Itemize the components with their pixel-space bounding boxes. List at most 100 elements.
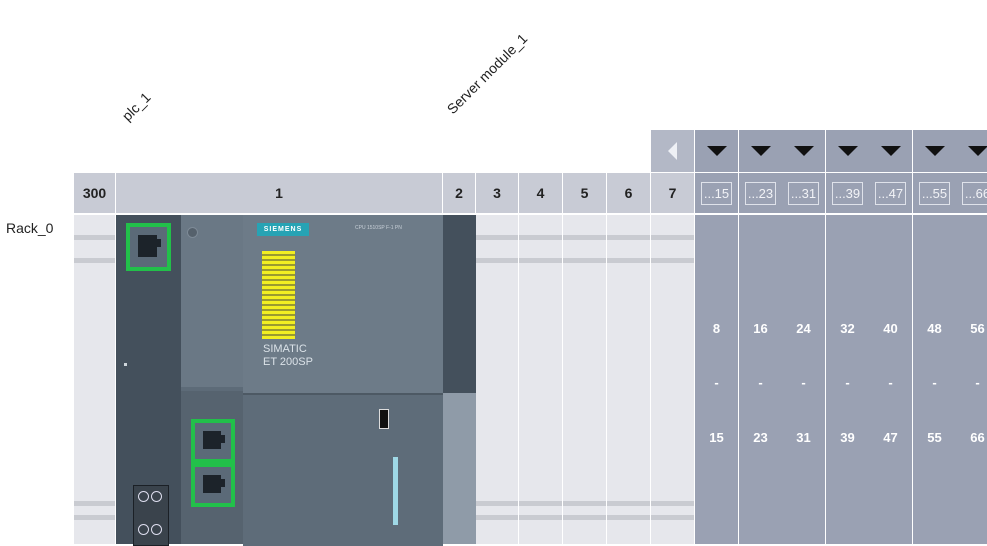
memory-card-slot (379, 409, 389, 429)
terminal-block (133, 485, 169, 546)
group-slot-dash: - (956, 375, 987, 390)
slot-number: 5 (581, 185, 589, 201)
yellow-coil-icon (262, 251, 295, 339)
group-slot-dash: - (695, 375, 738, 390)
device-label-server-module[interactable]: Server module_1 (444, 30, 531, 117)
group-header[interactable]: ...66 (956, 173, 987, 213)
group-slot-start: 24 (782, 321, 825, 336)
slot-5[interactable] (563, 215, 607, 544)
collapsed-slot-group[interactable]: 48 - 55 (913, 215, 957, 544)
expand-down-icon (925, 146, 945, 156)
collapsed-slot-group[interactable]: 24 - 31 (782, 215, 826, 544)
slot-number: 1 (275, 185, 283, 201)
expand-down-icon (968, 146, 987, 156)
collapsed-slot-group[interactable]: 40 - 47 (869, 215, 913, 544)
collapsed-slot-group[interactable]: 16 - 23 (739, 215, 783, 544)
slot-4[interactable] (519, 215, 563, 544)
expand-group-button[interactable] (695, 130, 739, 172)
slot-number: 4 (537, 185, 545, 201)
slot-header-1[interactable]: 1 (116, 173, 443, 213)
ethernet-port-icon[interactable] (126, 223, 171, 271)
group-range-label: ...55 (919, 182, 950, 205)
group-header[interactable]: ...15 (695, 173, 739, 213)
group-slot-start: 40 (869, 321, 912, 336)
group-range-label: ...15 (701, 182, 732, 205)
collapsed-slot-group[interactable]: 8 - 15 (695, 215, 739, 544)
group-range-label: ...23 (745, 182, 776, 205)
expand-down-icon (707, 146, 727, 156)
ethernet-port-icon[interactable] (191, 463, 235, 507)
group-slot-end: 15 (695, 430, 738, 445)
expand-group-button[interactable] (782, 130, 826, 172)
group-header[interactable]: ...31 (782, 173, 826, 213)
slot-header-2[interactable]: 2 (443, 173, 476, 213)
group-slot-end: 66 (956, 430, 987, 445)
slot-number: 7 (669, 185, 677, 201)
cpu-front-panel: SIEMENS CPU 1510SP F-1 PN SIMATIC ET 200… (243, 215, 443, 393)
group-header[interactable]: ...23 (739, 173, 783, 213)
collapsed-slot-group[interactable]: 32 - 39 (826, 215, 870, 544)
group-header[interactable]: ...55 (913, 173, 957, 213)
slot-3[interactable] (476, 215, 519, 544)
siemens-logo: SIEMENS (257, 223, 309, 236)
group-header[interactable]: ...39 (826, 173, 870, 213)
slot-number: 300 (83, 185, 106, 201)
cpu-left-strip (116, 215, 181, 544)
group-slot-end: 23 (739, 430, 782, 445)
status-light-bar (393, 457, 398, 525)
group-slot-end: 39 (826, 430, 869, 445)
expand-group-button[interactable] (826, 130, 870, 172)
slot-header-4[interactable]: 4 (519, 173, 563, 213)
group-slot-dash: - (826, 375, 869, 390)
group-range-label: ...47 (875, 182, 906, 205)
slot-header-3[interactable]: 3 (476, 173, 519, 213)
expand-down-icon (794, 146, 814, 156)
collapsed-slot-group[interactable]: 56 - 66 (956, 215, 987, 544)
server-module[interactable] (443, 215, 476, 544)
group-slot-start: 56 (956, 321, 987, 336)
ethernet-port-icon[interactable] (191, 419, 235, 463)
slot-6[interactable] (607, 215, 651, 544)
group-slot-start: 32 (826, 321, 869, 336)
slot-number: 3 (493, 185, 501, 201)
expand-down-icon (838, 146, 858, 156)
group-slot-end: 31 (782, 430, 825, 445)
slot-header-7[interactable]: 7 (651, 173, 695, 213)
group-slot-dash: - (782, 375, 825, 390)
group-slot-dash: - (869, 375, 912, 390)
expand-down-icon (751, 146, 771, 156)
group-slot-dash: - (739, 375, 782, 390)
group-slot-start: 8 (695, 321, 738, 336)
slot-header-300[interactable]: 300 (74, 173, 116, 213)
slot-header-5[interactable]: 5 (563, 173, 607, 213)
device-label-plc[interactable]: plc_1 (119, 89, 154, 124)
cpu-middle-section (181, 215, 243, 544)
slot-number: 6 (625, 185, 633, 201)
expand-group-button[interactable] (739, 130, 783, 172)
rack-name[interactable]: Rack_0 (6, 220, 53, 236)
cpu-module[interactable]: SIEMENS CPU 1510SP F-1 PN SIMATIC ET 200… (116, 215, 443, 544)
expand-down-icon (881, 146, 901, 156)
group-slot-start: 16 (739, 321, 782, 336)
expand-group-button[interactable] (869, 130, 913, 172)
slot-7[interactable] (651, 215, 695, 544)
cpu-bottom-panel (243, 393, 443, 546)
group-slot-end: 55 (913, 430, 956, 445)
product-name: ET 200SP (263, 356, 313, 368)
group-range-label: ...39 (832, 182, 863, 205)
scroll-left-button[interactable] (651, 130, 695, 172)
group-slot-dash: - (913, 375, 956, 390)
scroll-left-icon (668, 142, 677, 160)
slot-number: 2 (455, 185, 463, 201)
slot-header-6[interactable]: 6 (607, 173, 651, 213)
expand-group-button[interactable] (913, 130, 957, 172)
group-slot-start: 48 (913, 321, 956, 336)
product-line: SIMATIC (263, 343, 307, 355)
group-header[interactable]: ...47 (869, 173, 913, 213)
cpu-model-label: CPU 1510SP F-1 PN (355, 225, 402, 231)
group-range-label: ...31 (788, 182, 819, 205)
group-range-label: ...66 (962, 182, 987, 205)
group-slot-end: 47 (869, 430, 912, 445)
expand-group-button[interactable] (956, 130, 987, 172)
slot-300[interactable] (74, 215, 116, 544)
